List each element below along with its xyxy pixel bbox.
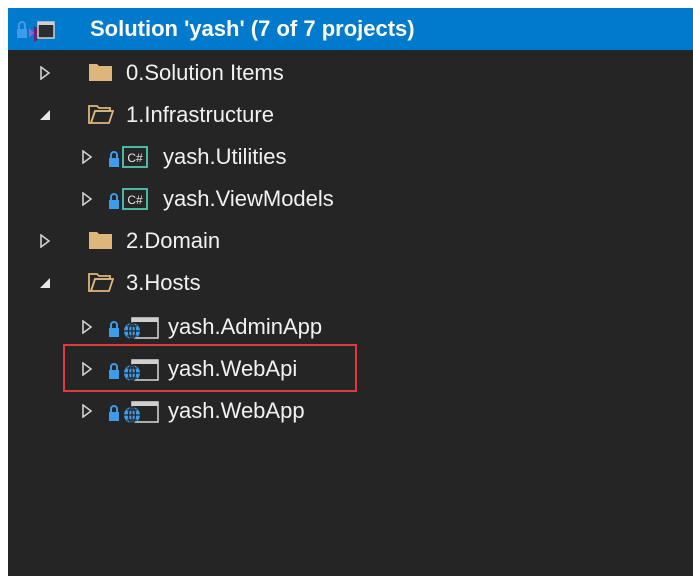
tree-item-label: 3.Hosts — [126, 270, 201, 295]
tree-item-label: yash.Utilities — [163, 144, 287, 169]
web-project-icon — [120, 399, 160, 431]
tree-item-yash-adminapp[interactable]: yash.AdminApp — [8, 306, 693, 348]
tree-item-label: yash.ViewModels — [163, 186, 334, 211]
tree-item-yash-webapp[interactable]: yash.WebApp — [8, 390, 693, 432]
solution-explorer-panel: Solution 'yash' (7 of 7 projects) 0.Solu… — [8, 8, 693, 576]
collapsed-arrow-icon[interactable] — [80, 320, 94, 334]
svg-text:C#: C# — [127, 193, 143, 207]
tree-item-hosts[interactable]: 3.Hosts — [8, 262, 693, 304]
open-folder-icon — [88, 103, 115, 131]
tree-item-label: yash.WebApp — [168, 398, 305, 423]
collapsed-arrow-icon[interactable] — [38, 66, 52, 80]
tree-item-solution-items[interactable]: 0.Solution Items — [8, 52, 693, 94]
collapsed-arrow-icon[interactable] — [80, 404, 94, 418]
open-folder-icon — [88, 271, 115, 299]
tree-item-infrastructure[interactable]: 1.Infrastructure — [8, 94, 693, 136]
lock-icon — [108, 190, 120, 216]
lock-icon — [108, 148, 120, 174]
tree-item-yash-viewmodels[interactable]: C# yash.ViewModels — [8, 178, 693, 220]
collapsed-arrow-icon[interactable] — [80, 362, 94, 376]
tree-item-yash-utilities[interactable]: C# yash.Utilities — [8, 136, 693, 178]
csharp-project-icon: C# — [122, 187, 148, 217]
tree-item-label: 0.Solution Items — [126, 60, 284, 85]
tree-item-domain[interactable]: 2.Domain — [8, 220, 693, 262]
solution-label: Solution 'yash' (7 of 7 projects) — [90, 16, 415, 41]
expanded-arrow-icon[interactable] — [38, 276, 52, 290]
collapsed-arrow-icon[interactable] — [38, 234, 52, 248]
lock-icon — [108, 360, 120, 386]
solution-icon — [16, 16, 56, 50]
csharp-project-icon: C# — [122, 145, 148, 175]
tree-item-yash-webapi[interactable]: yash.WebApi — [8, 348, 693, 390]
folder-icon — [88, 61, 114, 89]
collapsed-arrow-icon[interactable] — [80, 192, 94, 206]
lock-icon — [108, 318, 120, 344]
tree-item-label: 1.Infrastructure — [126, 102, 274, 127]
web-project-icon — [120, 315, 160, 347]
solution-root-row[interactable]: Solution 'yash' (7 of 7 projects) — [8, 8, 693, 50]
tree-item-label: 2.Domain — [126, 228, 221, 253]
expanded-arrow-icon[interactable] — [38, 108, 52, 122]
lock-icon — [108, 402, 120, 428]
tree-item-label: yash.WebApi — [168, 356, 298, 381]
tree-item-label: yash.AdminApp — [168, 314, 323, 339]
collapsed-arrow-icon[interactable] — [80, 150, 94, 164]
svg-text:C#: C# — [127, 151, 143, 165]
folder-icon — [88, 229, 114, 257]
web-project-icon — [120, 357, 160, 389]
